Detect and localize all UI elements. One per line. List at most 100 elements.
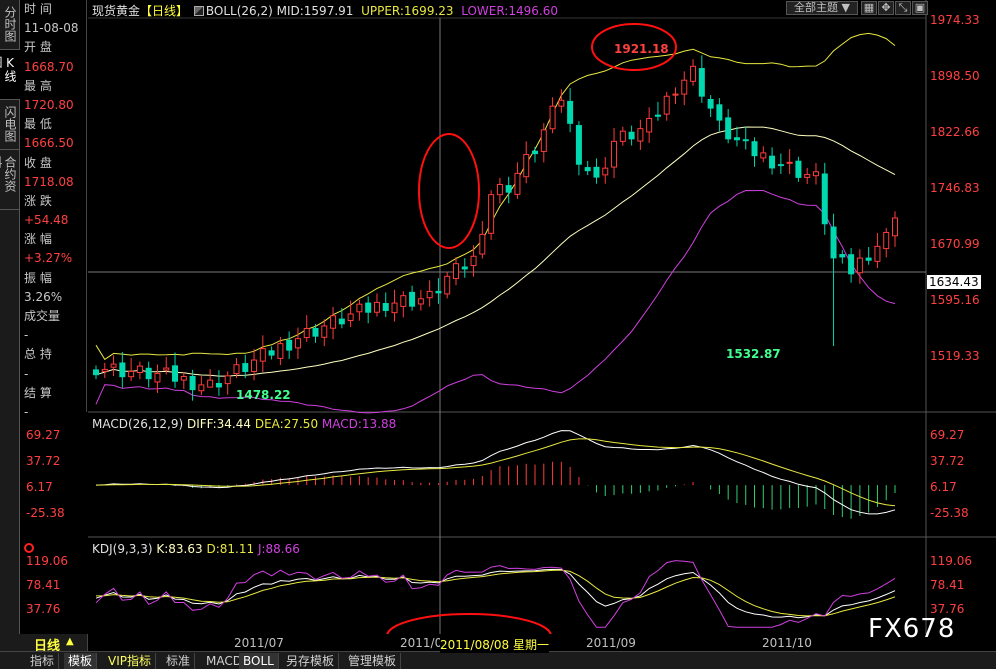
candle-body	[154, 372, 161, 383]
candle-body	[804, 174, 811, 178]
info-value: 1718.08	[24, 174, 74, 189]
template-tab[interactable]: 另存模板	[282, 653, 340, 669]
tab-time-share[interactable]: 分时图	[0, 0, 20, 50]
tab-contract-info[interactable]: 合约资料	[0, 150, 20, 210]
candle-body	[356, 303, 363, 313]
candle-body	[707, 98, 714, 109]
candle-body	[532, 150, 539, 155]
shrink-icon[interactable]: ⤡	[895, 1, 911, 15]
candle-body	[549, 105, 556, 130]
kline-chart[interactable]	[88, 0, 996, 634]
kdj-tick: 78.41	[930, 578, 965, 592]
candle-body	[637, 128, 644, 142]
candle-body	[488, 194, 495, 234]
info-label: 结 算	[24, 385, 52, 400]
tab-flash[interactable]: 闪电图	[0, 100, 20, 150]
macd-dea-line	[95, 438, 896, 507]
move-icon[interactable]: ✥	[878, 1, 894, 15]
info-label: 成交量	[24, 309, 61, 323]
candle-body	[760, 152, 767, 159]
kdj-name: KDJ(9,3,3)	[92, 542, 153, 556]
side-tabs: 分时图 K线图 闪电图 合约资料	[0, 0, 20, 634]
time-tick: 2011/09	[586, 636, 636, 650]
candle-body	[207, 379, 214, 388]
candle-body	[663, 95, 670, 115]
candle-body	[101, 368, 108, 372]
candle-body	[382, 303, 389, 311]
price-tick: 1670.99	[930, 237, 980, 251]
kdj-j: J:88.66	[257, 542, 300, 556]
macd-dea: DEA:27.50	[254, 417, 319, 431]
low-annotation-left: 1478.22	[236, 388, 291, 402]
macd-tick-left: 6.17	[26, 480, 53, 494]
candle-body	[268, 350, 275, 356]
boll-lower-line	[95, 189, 896, 414]
candle-body	[470, 255, 477, 267]
price-tick: 1595.16	[930, 293, 980, 307]
kdj-tick: 119.06	[930, 554, 972, 568]
grid-icon[interactable]: ▦	[861, 1, 877, 15]
candle-body	[180, 375, 187, 381]
kdj-settings-icon[interactable]	[24, 543, 34, 553]
candle-body	[119, 362, 126, 378]
macd-tick-left: 69.27	[26, 428, 61, 442]
candle-body	[716, 104, 723, 121]
candle-body	[110, 363, 117, 368]
candle-body	[611, 140, 618, 168]
candle-body	[769, 155, 776, 169]
macd-tick: 37.72	[930, 454, 965, 468]
candle-body	[338, 318, 345, 325]
candle-body	[435, 290, 442, 294]
crosshair-price-label: 1634.43	[927, 275, 981, 289]
template-tab[interactable]: BOLL	[239, 653, 279, 669]
candle-body	[646, 117, 653, 133]
boll-mid: MID:1597.91	[276, 4, 354, 18]
candle-body	[128, 370, 135, 378]
boll-mid-line	[95, 126, 896, 377]
info-label: 总 持	[24, 347, 52, 362]
boll-lower: LOWER:1496.60	[461, 4, 558, 18]
candle-body	[698, 68, 705, 97]
theme-select[interactable]: 全部主题 ▼	[786, 1, 858, 15]
candle-body	[619, 130, 626, 142]
candle-body	[444, 275, 451, 295]
kdj-d: D:81.11	[206, 542, 255, 556]
kdj-k-line	[95, 568, 896, 619]
time-tick: 2011/10	[762, 636, 812, 650]
time-tick: 2011/0	[400, 636, 443, 650]
macd-tick-left: 37.72	[26, 454, 61, 468]
quote-info-panel: 时 间 11-08-08 开 盘 1668.70 最 高 1720.80 最 低 1666.5…	[21, 0, 87, 419]
candle-body	[786, 161, 793, 164]
info-value: -	[24, 366, 29, 381]
template-tab[interactable]: 管理模板	[344, 653, 402, 669]
info-label: 振 幅	[24, 270, 52, 285]
candle-body	[330, 315, 337, 329]
boll-upper: UPPER:1699.23	[361, 4, 454, 18]
candle-body	[628, 131, 635, 140]
template-tab[interactable]: 标准	[162, 653, 196, 669]
candle-body	[883, 231, 890, 250]
candle-body	[479, 233, 486, 255]
tab-kline[interactable]: K线图	[0, 50, 20, 100]
candle-body	[400, 295, 407, 307]
candle-body	[461, 266, 468, 270]
template-tab[interactable]: 模板	[64, 653, 98, 669]
price-tick: 1746.83	[930, 181, 980, 195]
candle-body	[856, 257, 863, 274]
candle-body	[830, 226, 837, 259]
window-icon[interactable]: ▣	[912, 1, 928, 15]
macd-legend: MACD(26,12,9) DIFF:34.44 DEA:27.50 MACD:…	[92, 417, 396, 431]
info-value: +54.48	[24, 213, 69, 228]
candle-body	[751, 141, 758, 157]
info-label: 涨 跌	[24, 193, 52, 208]
candle-body	[347, 313, 354, 322]
high-annotation: 1921.18	[614, 42, 669, 56]
template-tab[interactable]: VIP指标	[104, 653, 156, 669]
info-value: 1720.80	[24, 97, 74, 112]
candle-body	[417, 298, 424, 305]
period-up-icon[interactable]: ▲	[66, 636, 74, 647]
info-value: 11-08-08	[24, 21, 79, 36]
macd-tick-left: -25.38	[26, 506, 65, 520]
candle-body	[321, 325, 328, 338]
template-tab[interactable]: 指标	[26, 653, 60, 669]
